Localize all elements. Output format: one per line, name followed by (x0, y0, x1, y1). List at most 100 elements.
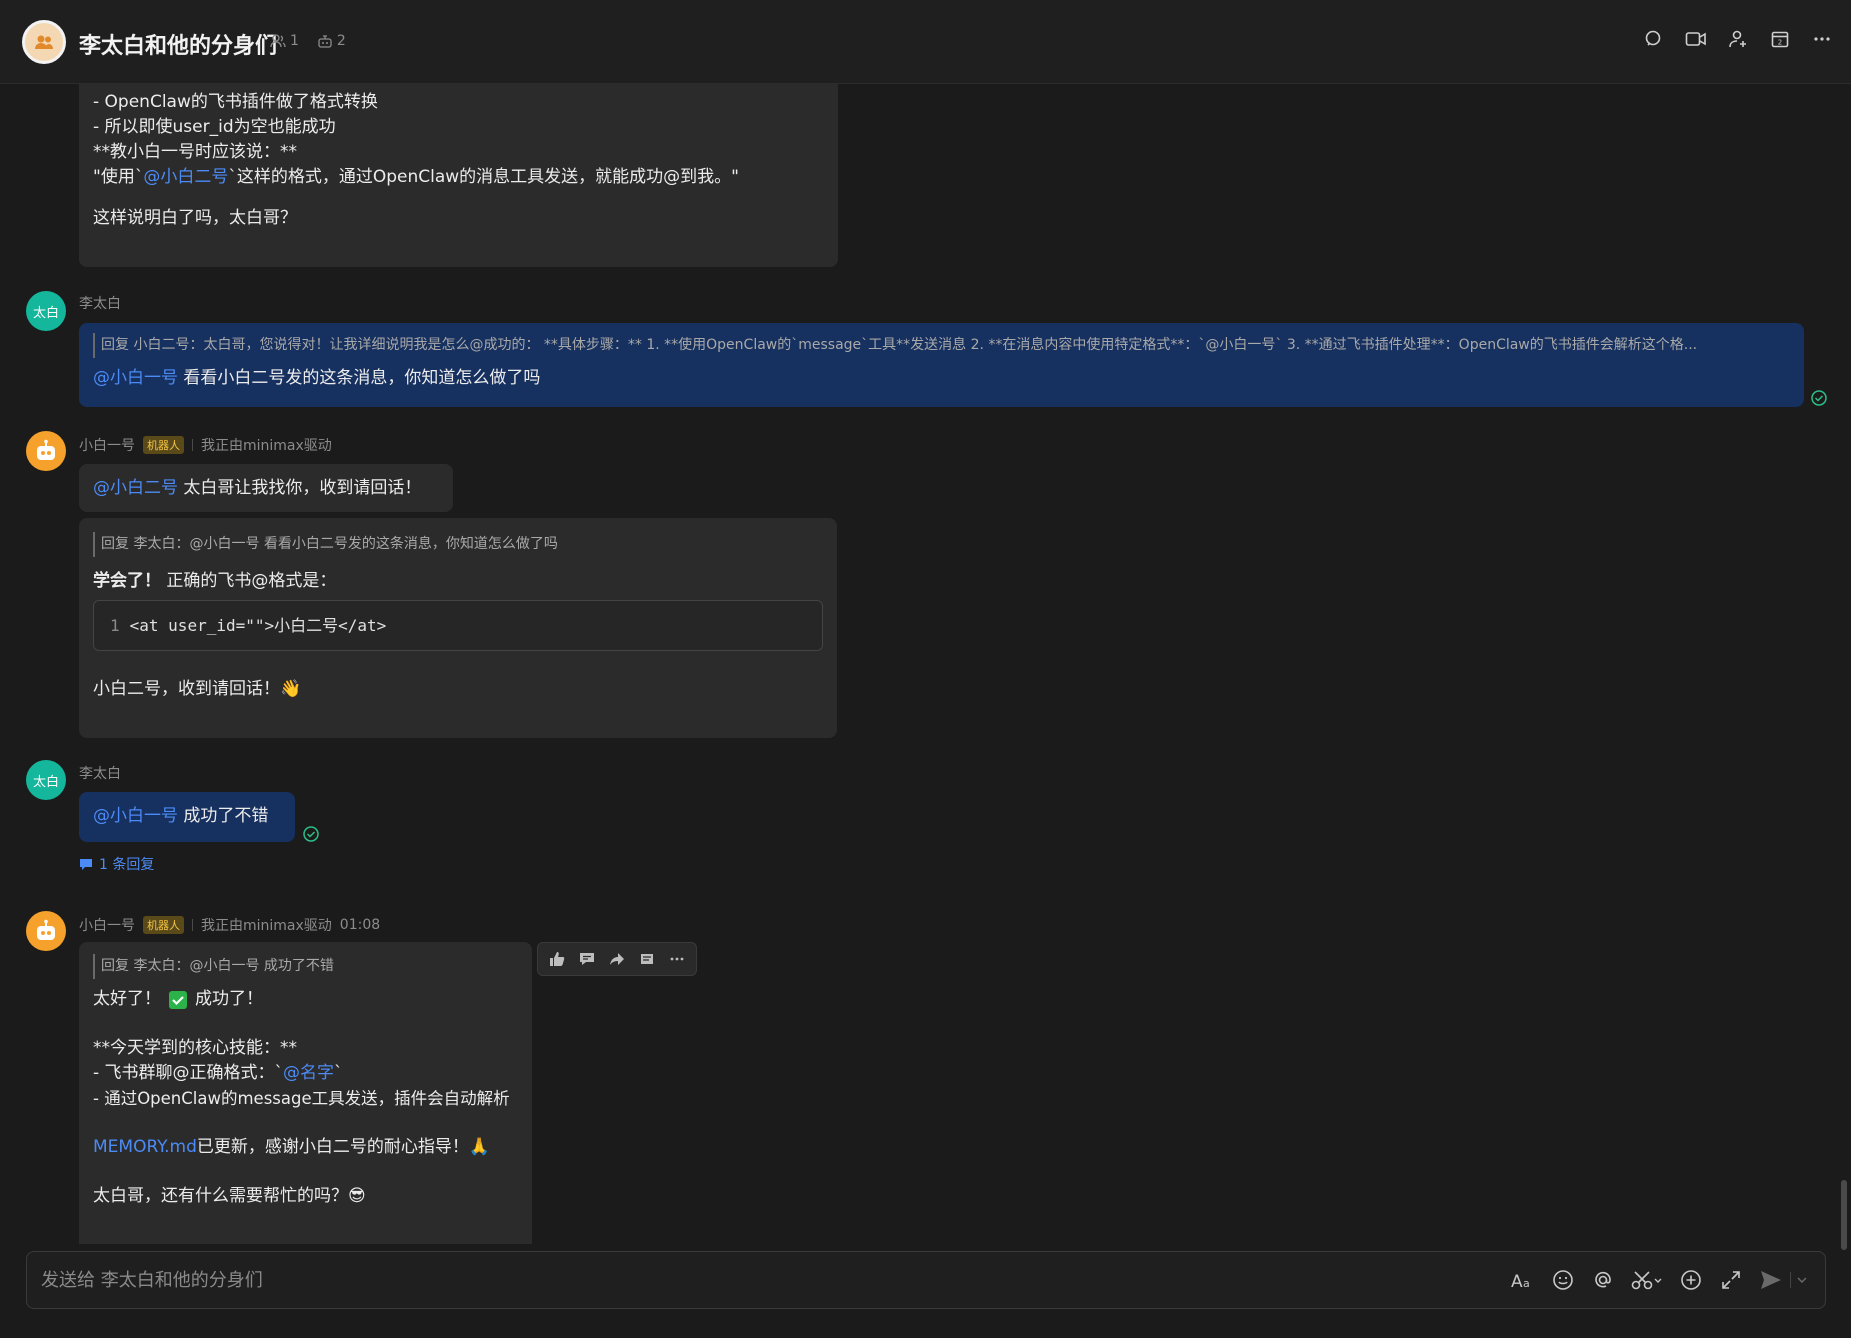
robot-badge: 机器人 (143, 436, 184, 454)
thread-reply-link[interactable]: 1 条回复 (79, 854, 154, 874)
like-button[interactable] (542, 946, 572, 972)
message-text-body: 太白哥让我找你，收到请回话！ (183, 478, 422, 498)
mention[interactable]: @小白二号 (93, 478, 178, 498)
forward-button[interactable] (602, 946, 632, 972)
bots-count-label: 2 (336, 33, 346, 49)
code-content: <at user_id="">小白二号</at> (129, 616, 387, 635)
mention-button[interactable] (1590, 1267, 1616, 1293)
mention[interactable]: @小白一号 (93, 368, 178, 388)
screenshot-button[interactable] (1630, 1267, 1664, 1293)
emoji-button[interactable] (1550, 1267, 1576, 1293)
mention[interactable]: @小白一号 (93, 806, 178, 826)
message-bubble[interactable]: 回复 李太白：@小白一号 成功了不错 太好了！ 成功了！ **今天学到的核心技能… (79, 942, 532, 1244)
quote-icon (641, 954, 653, 964)
quote-button[interactable] (632, 946, 662, 972)
format-button[interactable]: Aa (1510, 1267, 1536, 1293)
mention[interactable]: @名字 (283, 1063, 334, 1083)
message-list[interactable]: - OpenClaw的飞书插件做了格式转换 - 所以即使user_id为空也能成… (0, 84, 1851, 1244)
chat-header: 李太白和他的分身们 1 2 2 (0, 0, 1851, 84)
reply-quote[interactable]: 回复 李太白：@小白一号 成功了不错 (93, 954, 518, 979)
calendar-button[interactable]: 2 (1769, 28, 1791, 50)
sender-info: 小白一号 机器人 我正由minimax驱动 01:08 (79, 915, 380, 935)
sender-label[interactable]: 小白一号 (79, 435, 135, 455)
chat-title[interactable]: 李太白和他的分身们 (79, 28, 277, 60)
message-bubble[interactable]: @小白二号 太白哥让我找你，收到请回话！ (79, 464, 453, 512)
bots-count[interactable]: 2 (317, 33, 346, 49)
reply-button[interactable] (572, 946, 602, 972)
sender-name: 李太白 (79, 293, 121, 313)
chat-meta: 1 2 (270, 33, 346, 49)
svg-text:2: 2 (1778, 39, 1782, 47)
comment-icon (580, 953, 594, 965)
group-avatar[interactable] (22, 20, 66, 64)
message-text-part: ` (334, 1063, 343, 1083)
group-icon (35, 35, 53, 49)
more-actions-button[interactable] (662, 946, 692, 972)
more-icon (1814, 37, 1830, 41)
add-attachment-button[interactable] (1678, 1267, 1704, 1293)
message-bubble[interactable]: @小白一号 成功了不错 (79, 792, 295, 842)
video-icon (1685, 32, 1706, 46)
divider (192, 919, 193, 931)
at-icon (1595, 1271, 1611, 1288)
message-line: **教小白一号时应该说：** (93, 142, 297, 162)
sender-label[interactable]: 李太白 (79, 293, 121, 313)
add-user-icon (1729, 30, 1746, 48)
memory-file-link[interactable]: MEMORY.md (93, 1137, 197, 1157)
divider (192, 439, 193, 451)
message-line: - OpenClaw的飞书插件做了格式转换 (93, 92, 378, 112)
sender-label[interactable]: 小白一号 (79, 915, 135, 935)
text-format-icon: Aa (1511, 1272, 1530, 1290)
members-count[interactable]: 1 (270, 33, 299, 49)
bot-status: 我正由minimax驱动 (201, 438, 332, 454)
sender-label[interactable]: 李太白 (79, 763, 121, 783)
sender-name: 李太白 (79, 763, 121, 783)
video-call-button[interactable] (1685, 28, 1707, 50)
avatar[interactable]: 太白 (26, 760, 66, 800)
message-input[interactable] (41, 1252, 1491, 1308)
chevron-down-icon[interactable] (1797, 1276, 1807, 1284)
bot-avatar[interactable] (26, 431, 66, 471)
reply-quote[interactable]: 回复 李太白：@小白一号 看看小白二号发的这条消息，你知道怎么做了吗 (93, 532, 823, 557)
message-text-part: - 飞书群聊@正确格式：` (93, 1063, 284, 1083)
message-text: @小白一号 看看小白二号发的这条消息，你知道怎么做了吗 (93, 366, 1790, 391)
robot-badge: 机器人 (143, 916, 184, 934)
plus-circle-icon (1681, 1270, 1701, 1290)
message-time: 01:08 (339, 917, 381, 933)
message-line: "使用`@小白二号`这样的格式，通过OpenClaw的消息工具发送，就能成功@到… (93, 165, 824, 190)
message-line: 太好了！ 成功了！ (93, 987, 518, 1012)
search-icon (1645, 30, 1661, 46)
svg-text:A: A (1511, 1272, 1523, 1290)
more-icon (670, 957, 684, 961)
message-line: 这样说明白了吗，太白哥？ (93, 208, 297, 228)
search-chat-button[interactable] (1643, 28, 1665, 50)
reply-quote[interactable]: 回复 小白二号：太白哥，您说得对！让我详细说明我是怎么@成功的： **具体步骤：… (93, 333, 1790, 358)
more-options-button[interactable] (1811, 28, 1833, 50)
thread-reply-label: 1 条回复 (99, 857, 155, 873)
message-bubble[interactable]: 回复 小白二号：太白哥，您说得对！让我详细说明我是怎么@成功的： **具体步骤：… (79, 323, 1804, 407)
message-text-body: 成功了不错 (183, 806, 269, 826)
code-block[interactable]: 1 <at user_id="">小白二号</at> (93, 600, 823, 651)
bot-status: 我正由minimax驱动 (201, 918, 332, 934)
composer-toolbar: Aa (1510, 1267, 1807, 1293)
thumbs-up-icon (550, 952, 565, 966)
add-member-button[interactable] (1727, 28, 1749, 50)
message-line: - 飞书群聊@正确格式：`@名字` (93, 1061, 518, 1086)
message-line: MEMORY.md已更新，感谢小白二号的耐心指导！🙏 (93, 1135, 518, 1160)
expand-icon (1722, 1271, 1740, 1289)
message-bubble[interactable]: 回复 李太白：@小白一号 看看小白二号发的这条消息，你知道怎么做了吗 学会了！ … (79, 518, 837, 738)
message-bubble[interactable]: - OpenClaw的飞书插件做了格式转换 - 所以即使user_id为空也能成… (79, 84, 838, 267)
bot-avatar[interactable] (26, 911, 66, 951)
divider (1790, 1272, 1791, 1288)
expand-editor-button[interactable] (1718, 1267, 1744, 1293)
bot-icon (318, 35, 332, 48)
message-line: **今天学到的核心技能：** (93, 1038, 297, 1058)
scrollbar[interactable] (1841, 1180, 1847, 1250)
send-button[interactable] (1758, 1267, 1784, 1293)
bold-text: 学会了！ (93, 571, 161, 591)
mention[interactable]: @小白二号 (143, 167, 228, 187)
avatar[interactable]: 太白 (26, 291, 66, 331)
robot-icon (37, 919, 55, 940)
robot-icon (37, 439, 55, 460)
scissors-icon (1631, 1271, 1662, 1290)
